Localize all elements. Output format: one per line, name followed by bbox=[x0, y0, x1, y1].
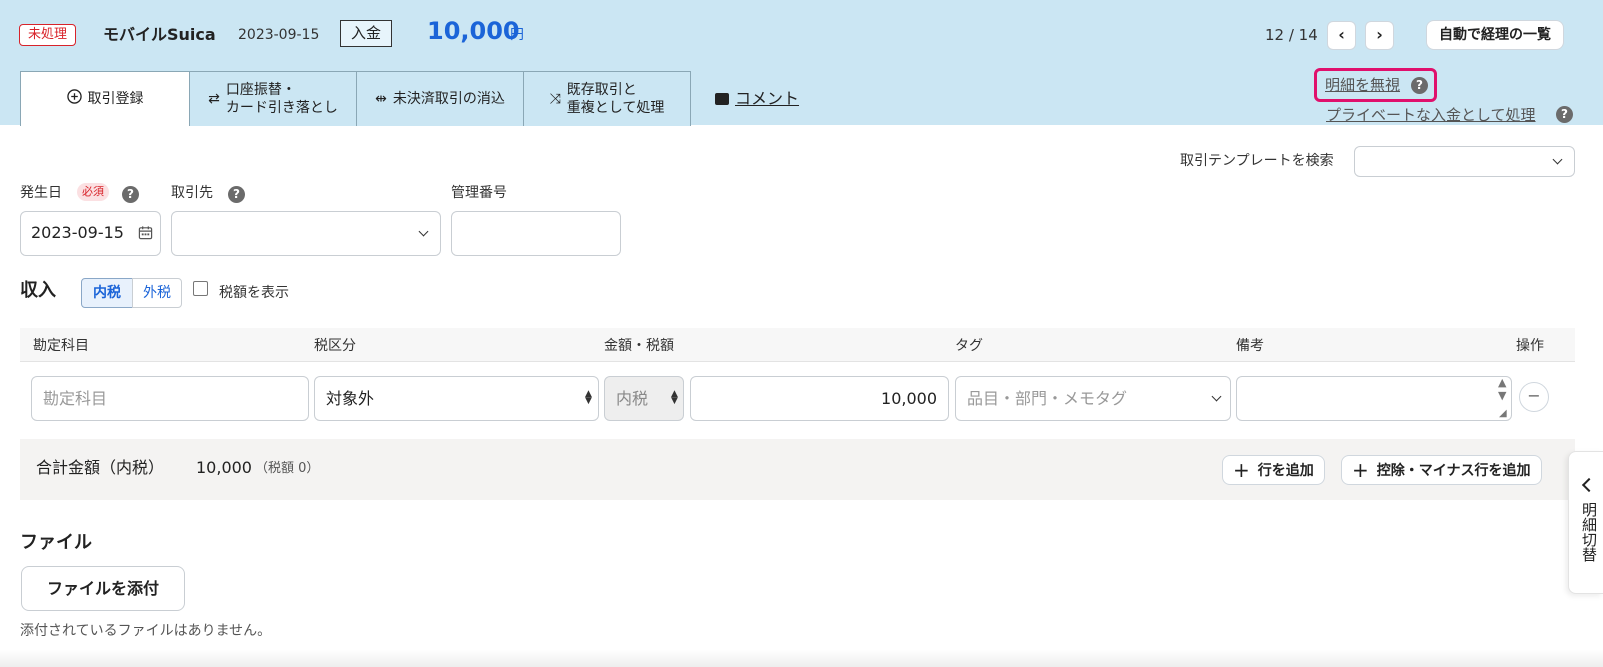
tab-reconcile-label: 未決済取引の消込 bbox=[392, 91, 505, 107]
column-header: 備考 bbox=[1236, 338, 1264, 354]
amount-input[interactable]: 10,000 bbox=[690, 376, 949, 421]
tab-duplicate-line1: 既存取引と bbox=[566, 82, 637, 98]
column-header: 金額・税額 bbox=[604, 338, 674, 354]
total-value: 10,000 bbox=[196, 458, 252, 477]
spin-up-icon[interactable]: ▲ bbox=[1498, 377, 1506, 389]
no-files-note: 添付されているファイルはありません。 bbox=[20, 623, 272, 639]
chevron-right-icon: › bbox=[1376, 25, 1383, 44]
partner-label: 取引先 bbox=[171, 185, 213, 201]
comment-label: コメント bbox=[735, 89, 800, 108]
amount-value: 10,000 bbox=[427, 17, 520, 45]
tax-mode-select[interactable]: 内税 ▲ ▼ bbox=[604, 376, 684, 421]
statement-switch-label: 明細切替 bbox=[1580, 502, 1598, 562]
total-tax: （税額 0） bbox=[255, 461, 320, 476]
amount-unit: 円 bbox=[510, 27, 524, 43]
transaction-date: 2023-09-15 bbox=[238, 27, 320, 43]
management-number-input[interactable] bbox=[451, 211, 621, 256]
tab-transfer-line1: 口座振替・ bbox=[225, 82, 296, 98]
tax-exclusive-toggle[interactable]: 外税 bbox=[132, 278, 182, 308]
tab-register[interactable]: 取引登録 bbox=[20, 71, 190, 126]
account-input[interactable]: 勘定科目 bbox=[31, 376, 309, 421]
add-minus-row-button[interactable]: + 控除・マイナス行を追加 bbox=[1341, 455, 1542, 485]
tax-category-value: 対象外 bbox=[326, 389, 375, 408]
total-label: 合計金額（内税） bbox=[36, 458, 165, 477]
account-name: モバイルSuica bbox=[103, 25, 216, 44]
comment-link[interactable]: コメント bbox=[715, 88, 799, 110]
attach-file-button[interactable]: ファイルを添付 bbox=[21, 566, 185, 611]
management-number-label: 管理番号 bbox=[451, 185, 507, 201]
private-deposit-link[interactable]: プライベートな入金として処理 bbox=[1326, 105, 1536, 125]
template-search-label: 取引テンプレートを検索 bbox=[1180, 153, 1334, 169]
pager-text: 12 / 14 bbox=[1265, 26, 1318, 44]
column-header: 税区分 bbox=[314, 338, 356, 354]
help-icon[interactable]: ? bbox=[1411, 77, 1428, 94]
show-tax-checkbox[interactable] bbox=[193, 281, 208, 296]
date-input-value: 2023-09-15 bbox=[31, 223, 124, 242]
chevron-down-icon bbox=[1552, 154, 1563, 165]
tab-reconcile[interactable]: ⇹ 未決済取引の消込 bbox=[356, 71, 524, 126]
required-badge: 必須 bbox=[77, 183, 109, 201]
tab-duplicate-line2: 重複として処理 bbox=[566, 100, 665, 116]
plus-icon: + bbox=[1233, 458, 1250, 482]
tab-transfer[interactable]: ⇄ 口座振替・ カード引き落とし bbox=[189, 71, 357, 126]
next-button[interactable]: › bbox=[1365, 21, 1394, 50]
tax-mode-value: 内税 bbox=[616, 389, 649, 408]
auto-list-button[interactable]: 自動で経理の一覧 bbox=[1426, 20, 1564, 50]
shuffle-icon: ⤨ bbox=[549, 91, 561, 107]
file-section-title: ファイル bbox=[20, 532, 92, 553]
resize-handle-icon[interactable]: ◢ bbox=[1499, 409, 1507, 419]
remove-row-button[interactable]: − bbox=[1519, 382, 1549, 412]
help-icon[interactable]: ? bbox=[1556, 106, 1573, 123]
updown-icon: ▲ ▼ bbox=[671, 389, 678, 406]
prev-button[interactable]: ‹ bbox=[1327, 21, 1356, 50]
tab-register-label: 取引登録 bbox=[87, 91, 144, 107]
ignore-statement-link[interactable]: 明細を無視 bbox=[1325, 75, 1400, 95]
swap-arrows-icon: ⇄ bbox=[208, 91, 220, 107]
bottom-shade bbox=[0, 650, 1603, 667]
add-minus-row-label: 控除・マイナス行を追加 bbox=[1376, 463, 1531, 479]
merge-icon: ⇹ bbox=[375, 91, 387, 107]
show-tax-label: 税額を表示 bbox=[219, 285, 289, 301]
add-row-button[interactable]: + 行を追加 bbox=[1222, 455, 1325, 485]
help-icon[interactable]: ? bbox=[122, 186, 139, 203]
date-label: 発生日 bbox=[20, 185, 62, 201]
plus-icon: + bbox=[1352, 458, 1369, 482]
column-header: 操作 bbox=[1516, 338, 1544, 354]
tab-duplicate[interactable]: ⤨ 既存取引と 重複として処理 bbox=[523, 71, 691, 126]
tab-transfer-line2: カード引き落とし bbox=[225, 100, 338, 116]
template-search-select[interactable] bbox=[1354, 146, 1575, 177]
partner-select[interactable] bbox=[171, 211, 441, 256]
comment-icon bbox=[715, 93, 729, 105]
table-header bbox=[20, 328, 1575, 362]
minus-icon: − bbox=[1527, 386, 1541, 405]
add-row-label: 行を追加 bbox=[1257, 463, 1314, 479]
type-badge: 入金 bbox=[340, 20, 393, 47]
column-header: 勘定科目 bbox=[33, 338, 89, 354]
column-header: タグ bbox=[955, 338, 983, 354]
chevron-left-icon: ‹ bbox=[1338, 25, 1345, 44]
help-icon[interactable]: ? bbox=[228, 186, 245, 203]
amount-input-value: 10,000 bbox=[881, 389, 937, 408]
chevron-down-icon bbox=[1211, 391, 1222, 402]
tag-placeholder: 品目・部門・メモタグ bbox=[967, 389, 1128, 408]
spin-down-icon[interactable]: ▼ bbox=[1498, 390, 1506, 402]
calendar-icon[interactable] bbox=[138, 225, 153, 244]
plus-circle-icon bbox=[66, 89, 82, 109]
note-textarea[interactable]: ▲ ▼ ◢ bbox=[1236, 376, 1512, 421]
updown-icon: ▲ ▼ bbox=[585, 389, 592, 406]
status-badge: 未処理 bbox=[19, 24, 77, 46]
tag-select[interactable]: 品目・部門・メモタグ bbox=[955, 376, 1231, 421]
chevron-down-icon bbox=[418, 226, 429, 237]
account-placeholder: 勘定科目 bbox=[43, 389, 108, 408]
tax-inclusive-toggle[interactable]: 内税 bbox=[81, 278, 133, 308]
income-title: 収入 bbox=[20, 280, 56, 301]
tax-category-select[interactable]: 対象外 ▲ ▼ bbox=[314, 376, 599, 421]
